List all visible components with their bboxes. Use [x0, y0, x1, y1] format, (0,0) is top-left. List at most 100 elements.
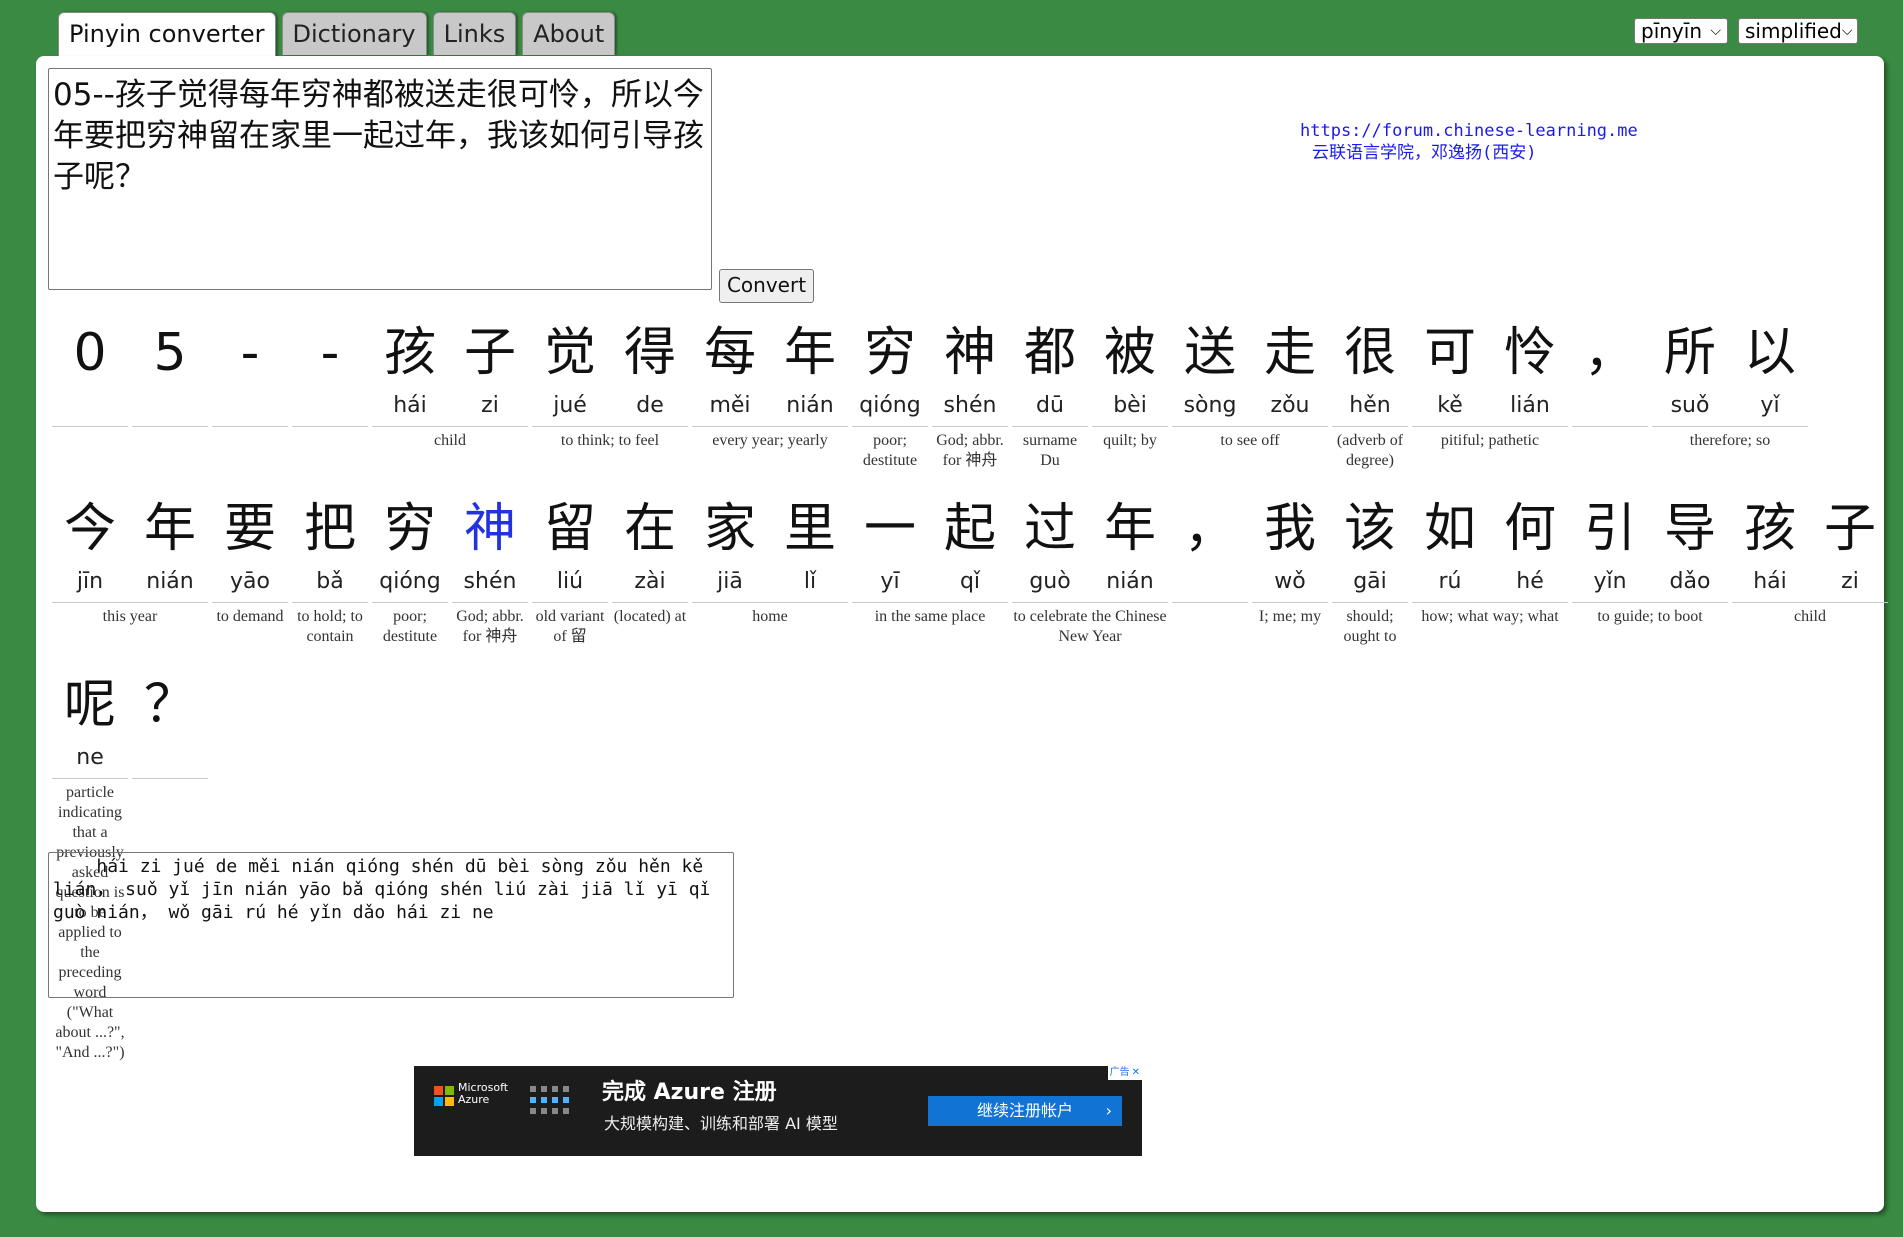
pinyin-syllable: zài: [634, 569, 666, 594]
word-definition: poor; destitute: [862, 432, 918, 469]
dot: [530, 1097, 536, 1103]
char-cell: 引 yǐn: [1570, 494, 1650, 600]
word-group[interactable]: ，: [1572, 318, 1648, 471]
hanzi-char: 导: [1663, 499, 1716, 559]
word-group[interactable]: 该 gāi should; ought to: [1332, 494, 1408, 647]
dot: [563, 1097, 569, 1103]
word-group[interactable]: 孩 hái 子 zi child: [1732, 494, 1888, 647]
char-cell: 觉 jué: [530, 318, 610, 424]
char-cell: 何 hé: [1490, 494, 1570, 600]
ad-cta-button[interactable]: 继续注册帐户 ›: [928, 1096, 1122, 1126]
ad-brand: Microsoft Azure: [458, 1082, 508, 1106]
pinyin-syllable: dǎo: [1669, 569, 1711, 594]
word-group[interactable]: ，: [1172, 494, 1248, 647]
word-group[interactable]: -: [292, 318, 368, 471]
word-group[interactable]: 所 suǒ 以 yǐ therefore; so: [1652, 318, 1808, 471]
word-definition: child: [1794, 608, 1826, 625]
word-group[interactable]: 在 zài (located) at: [612, 494, 688, 647]
word-group[interactable]: 孩 hái 子 zi child: [372, 318, 528, 471]
ad-brand-line2: Azure: [458, 1093, 490, 1106]
hanzi-char: 我: [1263, 499, 1316, 559]
char-cell: 如 rú: [1410, 494, 1490, 600]
word-group[interactable]: 送 sòng 走 zǒu to see off: [1172, 318, 1328, 471]
hanzi-char: 子: [1823, 499, 1876, 559]
pinyin-syllable: zi: [481, 393, 499, 418]
script-select[interactable]: simplified ⌵: [1738, 18, 1858, 44]
word-group[interactable]: 觉 jué 得 de to think; to feel: [532, 318, 688, 471]
word-group[interactable]: 穷 qióng poor; destitute: [852, 318, 928, 471]
word-group[interactable]: 留 liú old variant of 留: [532, 494, 608, 647]
word-group[interactable]: 穷 qióng poor; destitute: [372, 494, 448, 647]
word-group[interactable]: 神 shén God; abbr. for 神舟: [452, 494, 528, 647]
tab-links[interactable]: Links: [432, 12, 517, 55]
pinyin-syllable: kě: [1437, 393, 1463, 418]
char-cell: 呢 ne: [50, 670, 130, 776]
char-cell: 年 nián: [770, 318, 850, 424]
pinyin-syllable: qǐ: [959, 569, 981, 594]
tab-about[interactable]: About: [522, 12, 616, 55]
word-group[interactable]: 引 yǐn 导 dǎo to guide; to boot: [1572, 494, 1728, 647]
close-icon[interactable]: ✕: [1132, 1066, 1140, 1080]
word-group[interactable]: 今 jīn 年 nián this year: [52, 494, 208, 647]
word-group[interactable]: 被 bèi quilt; by: [1092, 318, 1168, 471]
pinyin-syllable: [210, 388, 290, 424]
pinyin-syllable: lǐ: [803, 569, 817, 594]
word-group[interactable]: 要 yāo to demand: [212, 494, 288, 647]
char-cell: 神 shén: [450, 494, 530, 600]
pinyin-syllable: nián: [1106, 569, 1154, 594]
hanzi-char: 子: [463, 323, 516, 383]
chinese-input[interactable]: 05--孩子觉得每年穷神都被送走很可怜，所以今年要把穷神留在家里一起过年，我该如…: [48, 68, 712, 290]
tab-dictionary[interactable]: Dictionary: [281, 12, 427, 55]
dot: [541, 1097, 547, 1103]
hanzi-char: 一: [863, 499, 916, 559]
hanzi-char: 呢: [63, 675, 116, 735]
word-group[interactable]: 过 guò 年 nián to celebrate the Chinese New Ye…: [1012, 494, 1168, 647]
ad-choices[interactable]: 广告 ✕: [1107, 1066, 1142, 1080]
pinyin-syllable: shén: [463, 569, 517, 594]
word-group[interactable]: 5: [132, 318, 208, 471]
word-group[interactable]: 神 shén God; abbr. for 神舟: [932, 318, 1008, 471]
char-cell: 孩 hái: [370, 318, 450, 424]
tab-pinyin-converter[interactable]: Pinyin converter: [58, 12, 276, 58]
pinyin-syllable: jiā: [717, 569, 743, 594]
dot: [530, 1086, 536, 1092]
nav-tabs: Pinyin converter Dictionary Links About: [58, 12, 616, 58]
advertisement-banner[interactable]: Microsoft Azure 完成 Azure 注册 大规模构建、训练和部署 …: [414, 1066, 1142, 1156]
word-group[interactable]: 都 dū surname Du: [1012, 318, 1088, 471]
char-cell: 很 hěn: [1330, 318, 1410, 424]
word-group[interactable]: 把 bǎ to hold; to contain: [292, 494, 368, 647]
char-cell: 一 yī: [850, 494, 930, 600]
forum-name: 云联语言学院，邓逸扬(西安): [1312, 143, 1537, 163]
word-definition: poor; destitute: [382, 608, 438, 645]
word-group[interactable]: 每 měi 年 nián every year; yearly: [692, 318, 848, 471]
pinyin-syllable: liú: [556, 569, 584, 594]
word-group[interactable]: -: [212, 318, 288, 471]
word-definition: in the same place: [874, 608, 986, 625]
logo-square: [445, 1086, 454, 1095]
hanzi-char: 穷: [863, 323, 916, 383]
hanzi-char: 走: [1263, 323, 1316, 383]
dot: [552, 1086, 558, 1092]
microsoft-logo-icon: [434, 1086, 454, 1106]
word-group[interactable]: 可 kě 怜 lián pitiful; pathetic: [1412, 318, 1568, 471]
forum-link[interactable]: https://forum.chinese-learning.me: [1300, 120, 1638, 142]
hanzi-char: 年: [1103, 499, 1156, 559]
word-group[interactable]: 家 jiā 里 lǐ home: [692, 494, 848, 647]
word-group[interactable]: 一 yī 起 qǐ in the same place: [852, 494, 1008, 647]
word-group[interactable]: 0: [52, 318, 128, 471]
word-definition: how; what way; what: [1421, 608, 1559, 625]
hanzi-char: 所: [1663, 323, 1716, 383]
hanzi-char: 年: [143, 499, 196, 559]
word-group[interactable]: 很 hěn (adverb of degree): [1332, 318, 1408, 471]
pinyin-syllable: sòng: [1183, 393, 1237, 418]
hanzi-char: 被: [1103, 323, 1156, 383]
pinyin-syllable: nián: [786, 393, 834, 418]
ad-label: 广告: [1109, 1067, 1130, 1078]
tone-select[interactable]: pīnyīn ⌵: [1634, 18, 1728, 44]
word-group[interactable]: 如 rú 何 hé how; what way; what: [1412, 494, 1568, 647]
convert-button[interactable]: Convert: [719, 269, 814, 303]
word-group[interactable]: 我 wǒ I; me; my: [1252, 494, 1328, 647]
pinyin-output[interactable]: hái zi jué de měi nián qióng shén dū bèi…: [48, 852, 734, 998]
pinyin-syllable: hái: [393, 393, 427, 418]
ad-cta-label: 继续注册帐户: [976, 1101, 1073, 1120]
